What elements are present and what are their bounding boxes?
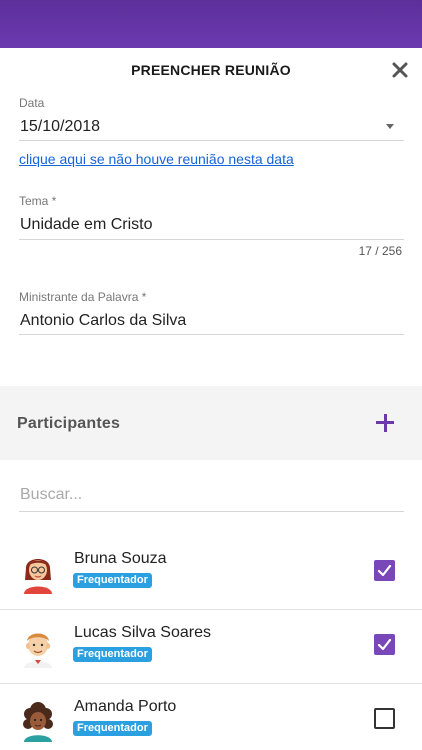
chevron-down-icon[interactable] bbox=[386, 124, 394, 129]
theme-label: Tema * bbox=[19, 194, 57, 208]
close-icon[interactable] bbox=[388, 58, 412, 82]
page-title: PREENCHER REUNIÃO bbox=[131, 62, 291, 78]
search-input[interactable] bbox=[19, 484, 404, 512]
person-name: Amanda Porto bbox=[74, 698, 177, 715]
char-counter: 17 / 256 bbox=[358, 244, 402, 258]
theme-input[interactable]: Unidade em Cristo bbox=[20, 216, 153, 234]
minister-underline bbox=[19, 334, 404, 335]
date-underline bbox=[19, 140, 404, 141]
avatar-female-icon bbox=[24, 559, 52, 594]
person-name: Bruna Souza bbox=[74, 550, 167, 567]
status-badge: Frequentador bbox=[73, 647, 152, 662]
status-badge: Frequentador bbox=[73, 721, 152, 736]
participants-header: Participantes bbox=[0, 386, 422, 460]
avatar-female-icon bbox=[23, 702, 53, 742]
checkbox-checked[interactable] bbox=[374, 634, 395, 655]
minister-label: Ministrante da Palavra * bbox=[19, 290, 147, 304]
avatar-male-icon bbox=[24, 633, 52, 668]
theme-underline bbox=[19, 239, 404, 240]
list-item: Amanda Porto Frequentador bbox=[0, 684, 422, 750]
participants-title: Participantes bbox=[17, 415, 121, 432]
no-meeting-link[interactable]: clique aqui se não houve reunião nesta d… bbox=[19, 151, 294, 167]
list-item: Bruna Souza Frequentador bbox=[0, 536, 422, 610]
dialog-header: PREENCHER REUNIÃO bbox=[0, 48, 422, 92]
checkbox-checked[interactable] bbox=[374, 560, 395, 581]
status-bar bbox=[0, 0, 422, 48]
status-badge: Frequentador bbox=[73, 573, 152, 588]
date-select[interactable]: 15/10/2018 bbox=[20, 118, 100, 136]
minister-input[interactable]: Antonio Carlos da Silva bbox=[20, 312, 186, 330]
date-label: Data bbox=[19, 96, 45, 110]
list-item: Lucas Silva Soares Frequentador bbox=[0, 610, 422, 684]
checkbox-unchecked[interactable] bbox=[374, 708, 395, 729]
person-name: Lucas Silva Soares bbox=[74, 624, 211, 641]
plus-icon[interactable] bbox=[374, 412, 396, 434]
